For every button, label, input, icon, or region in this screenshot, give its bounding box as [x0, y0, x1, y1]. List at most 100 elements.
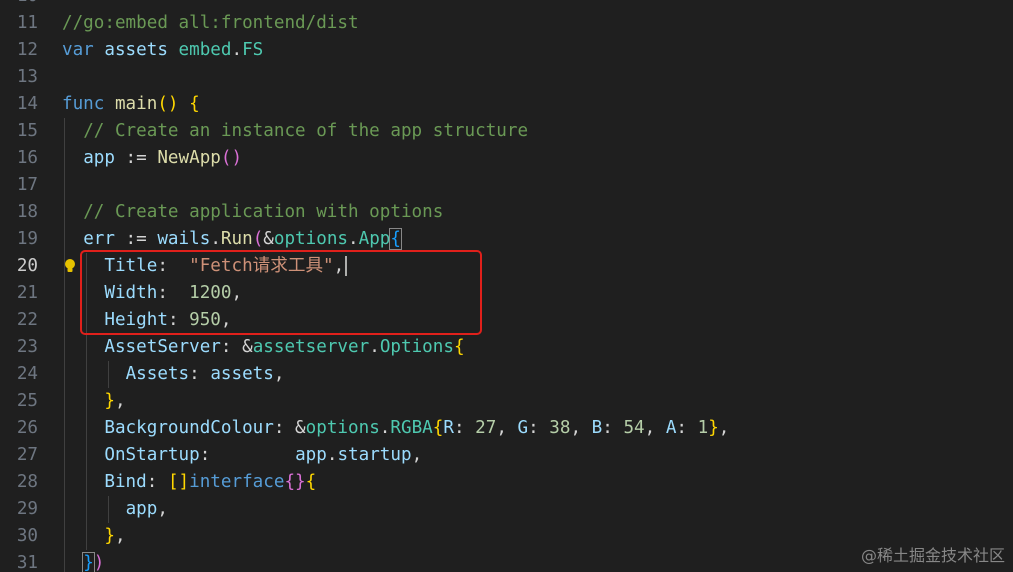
code-text: OnStartup: app.startup,: [62, 442, 422, 469]
code-token: interface: [189, 472, 285, 492]
code-token: :: [453, 418, 476, 438]
code-token: assetserver: [252, 337, 370, 357]
line-number: 28: [16, 472, 38, 492]
code-token: assets: [104, 40, 168, 60]
line-number: 12: [16, 40, 38, 60]
code-token: (): [157, 94, 179, 114]
code-line[interactable]: 27 OnStartup: app.startup,: [0, 442, 1013, 469]
line-number: 31: [16, 553, 38, 572]
line-number: 18: [16, 202, 38, 222]
code-line[interactable]: 15 // Create an instance of the app stru…: [0, 118, 1013, 145]
code-token: OnStartup: [104, 445, 200, 465]
code-token: .: [369, 337, 380, 357]
code-token: {: [432, 418, 444, 438]
code-token: &: [263, 229, 274, 249]
code-line[interactable]: 17: [0, 172, 1013, 199]
code-token: .: [379, 418, 391, 438]
code-text: func main() {: [62, 91, 200, 118]
code-token: Options: [379, 337, 454, 357]
code-line[interactable]: 13: [0, 64, 1013, 91]
line-number: 13: [16, 67, 38, 87]
code-token: Assets: [125, 364, 190, 384]
code-token: Bind: [104, 472, 147, 492]
code-token: //go:embed all:frontend/dist: [62, 13, 359, 33]
code-token: NewApp: [157, 148, 221, 168]
code-text: //go:embed all:frontend/dist: [62, 10, 359, 37]
indent-guide: [64, 172, 65, 199]
code-token: .: [326, 445, 338, 465]
line-number: 11: [16, 13, 38, 33]
code-token: // Create an instance of the app structu…: [83, 121, 529, 141]
line-number: 30: [16, 526, 38, 546]
line-number: 26: [16, 418, 38, 438]
code-token: ,: [496, 418, 518, 438]
line-number: 20: [16, 256, 38, 276]
code-editor[interactable]: 10 11 //go:embed all:frontend/dist 12 var as…: [0, 0, 1013, 572]
code-token: wails: [157, 229, 211, 249]
code-text: Assets: assets,: [62, 361, 285, 388]
code-token: ,: [718, 418, 730, 438]
code-text: var assets embed.FS: [62, 37, 263, 64]
code-text: app := NewApp(): [62, 145, 242, 172]
code-token: (): [220, 148, 243, 168]
line-number: 29: [16, 499, 38, 519]
code-token: G: [517, 418, 529, 438]
code-line[interactable]: 11 //go:embed all:frontend/dist: [0, 10, 1013, 37]
code-token: {: [189, 94, 200, 114]
code-token: (: [252, 229, 264, 249]
code-text: // Create application with options: [62, 199, 443, 226]
code-token: Run: [220, 229, 253, 249]
code-token: }: [708, 418, 719, 438]
code-token: {}: [284, 472, 306, 492]
code-token: :: [189, 364, 211, 384]
code-token: 54: [623, 418, 645, 438]
code-line[interactable]: 18 // Create application with options: [0, 199, 1013, 226]
code-token: ): [93, 553, 105, 572]
code-token: err: [83, 229, 115, 249]
code-token: B: [591, 418, 603, 438]
code-text: BackgroundColour: &options.RGBA{R: 27, G…: [62, 415, 729, 442]
code-token: main: [114, 94, 158, 114]
code-token: AssetServer: [104, 337, 221, 357]
code-token: :=: [114, 148, 158, 168]
code-token: : &: [220, 337, 253, 357]
line-number: 27: [16, 445, 38, 465]
code-line[interactable]: 10: [0, 0, 1013, 10]
code-text: }): [62, 550, 104, 572]
code-token: ,: [114, 526, 126, 546]
code-token: A: [665, 418, 677, 438]
line-number: 10: [0, 0, 38, 10]
code-token: ,: [411, 445, 423, 465]
code-line[interactable]: 14 func main() {: [0, 91, 1013, 118]
code-line[interactable]: 29 app,: [0, 496, 1013, 523]
code-line[interactable]: 12 var assets embed.FS: [0, 37, 1013, 64]
code-line[interactable]: 24 Assets: assets,: [0, 361, 1013, 388]
code-line[interactable]: 16 app := NewApp(): [0, 145, 1013, 172]
code-line[interactable]: 23 AssetServer: &assetserver.Options{: [0, 334, 1013, 361]
line-number: 21: [16, 283, 38, 303]
code-line[interactable]: 19 err := wails.Run(&options.App{: [0, 226, 1013, 253]
code-token: }: [82, 552, 95, 572]
code-token: RGBA: [390, 418, 433, 438]
line-number: 15: [16, 121, 38, 141]
code-token: .: [210, 229, 221, 249]
line-number: 16: [16, 148, 38, 168]
code-token: {: [389, 228, 402, 250]
code-line[interactable]: 26 BackgroundColour: &options.RGBA{R: 27…: [0, 415, 1013, 442]
highlight-box: [80, 250, 482, 335]
code-token: func: [62, 94, 105, 114]
code-token: app: [125, 499, 158, 519]
code-line[interactable]: 28 Bind: []interface{}{: [0, 469, 1013, 496]
line-number: 22: [16, 310, 38, 330]
code-line[interactable]: 25 },: [0, 388, 1013, 415]
